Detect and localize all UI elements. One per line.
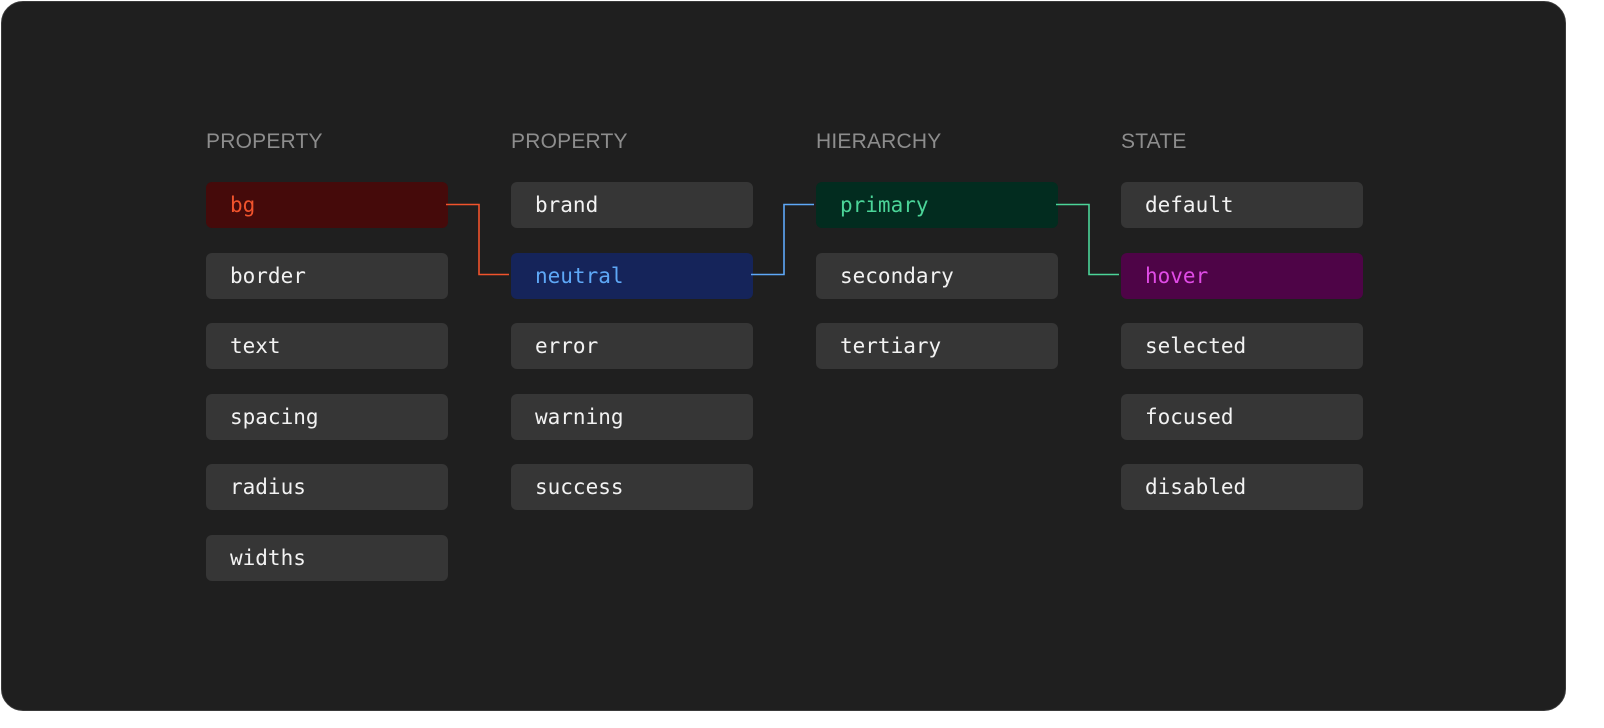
column-header: PROPERTY — [511, 130, 628, 153]
column-header: STATE — [1121, 130, 1187, 153]
chip-radius[interactable]: radius — [206, 464, 448, 510]
column-property-2: PROPERTY brand neutral error warning suc… — [511, 129, 753, 535]
chip-widths[interactable]: widths — [206, 534, 448, 581]
chip-neutral[interactable]: neutral — [511, 252, 753, 299]
chip-text[interactable]: text — [206, 323, 448, 369]
chip-hover[interactable]: hover — [1121, 252, 1363, 299]
chip-warning[interactable]: warning — [511, 393, 753, 440]
column-property-1: PROPERTY bg border text spacing radius w… — [206, 129, 448, 605]
diagram-panel: PROPERTY bg border text spacing radius w… — [1, 1, 1566, 711]
chip-focused[interactable]: focused — [1121, 393, 1363, 440]
chip-spacing[interactable]: spacing — [206, 393, 448, 440]
column-state: STATE default hover selected focused dis… — [1121, 129, 1363, 535]
chip-error[interactable]: error — [511, 323, 753, 369]
chip-brand[interactable]: brand — [511, 182, 753, 228]
column-header: PROPERTY — [206, 130, 323, 153]
chip-disabled[interactable]: disabled — [1121, 464, 1363, 510]
chip-default[interactable]: default — [1121, 182, 1363, 228]
chip-primary[interactable]: primary — [816, 182, 1058, 228]
chip-border[interactable]: border — [206, 252, 448, 299]
chip-selected[interactable]: selected — [1121, 323, 1363, 369]
chip-secondary[interactable]: secondary — [816, 252, 1058, 299]
column-hierarchy: HIERARCHY primary secondary tertiary — [816, 129, 1058, 394]
chip-bg[interactable]: bg — [206, 182, 448, 228]
chip-tertiary[interactable]: tertiary — [816, 323, 1058, 369]
chip-success[interactable]: success — [511, 464, 753, 510]
column-header: HIERARCHY — [816, 130, 942, 153]
